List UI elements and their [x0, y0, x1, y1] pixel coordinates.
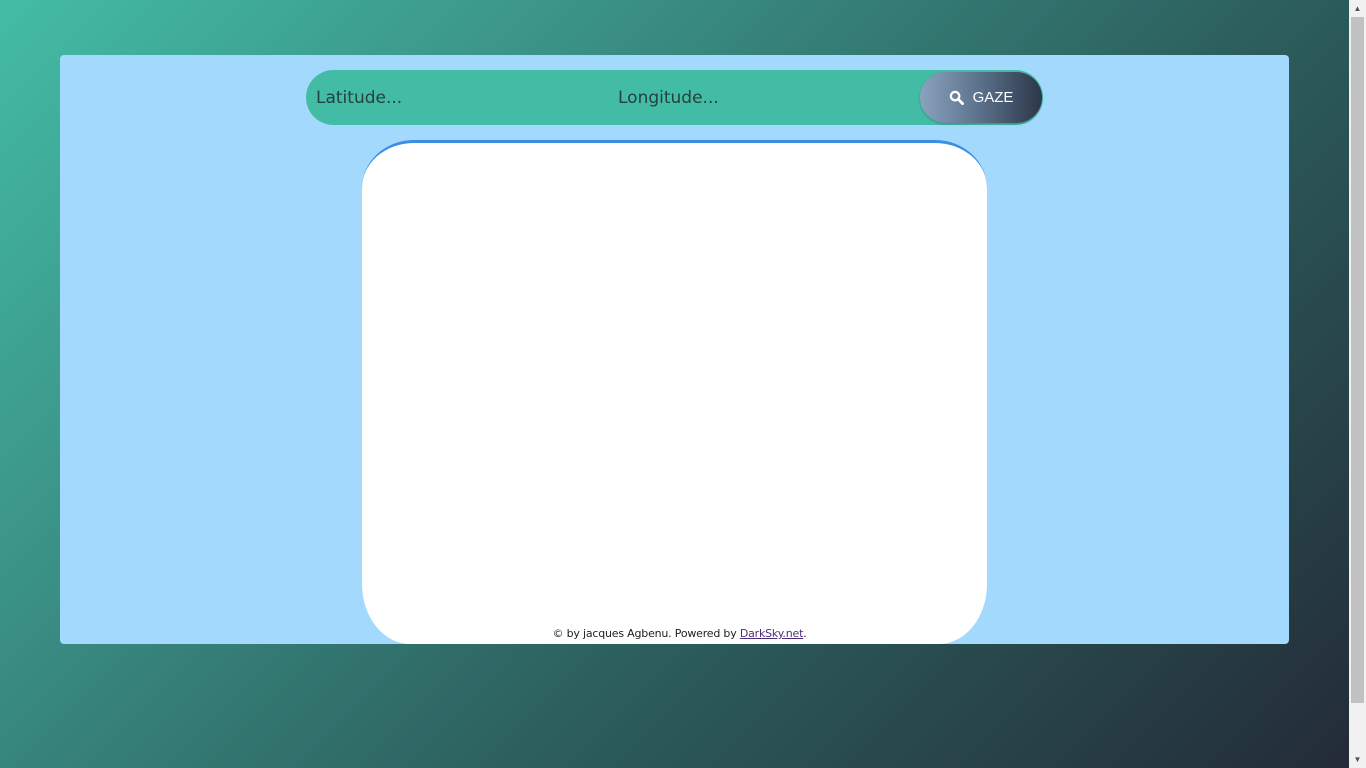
darksky-link[interactable]: DarkSky.net — [740, 627, 804, 640]
scroll-up-arrow-icon[interactable]: ▲ — [1349, 0, 1366, 17]
latitude-input[interactable] — [316, 70, 596, 125]
footer-credit: © by jacques Agbenu. Powered by — [552, 627, 740, 640]
weather-card — [362, 140, 987, 644]
footer: © by jacques Agbenu. Powered by DarkSky.… — [60, 627, 1299, 640]
search-icon — [949, 90, 964, 105]
gaze-button-label: GAZE — [972, 89, 1014, 106]
gaze-button[interactable]: GAZE — [920, 72, 1042, 123]
longitude-input[interactable] — [618, 70, 898, 125]
footer-suffix: . — [803, 627, 807, 640]
search-bar: GAZE — [306, 70, 1043, 125]
vertical-scrollbar[interactable]: ▲ ▼ — [1349, 0, 1366, 768]
scrollbar-thumb[interactable] — [1351, 17, 1364, 703]
main-panel: GAZE — [60, 55, 1289, 644]
scroll-down-arrow-icon[interactable]: ▼ — [1349, 751, 1366, 768]
